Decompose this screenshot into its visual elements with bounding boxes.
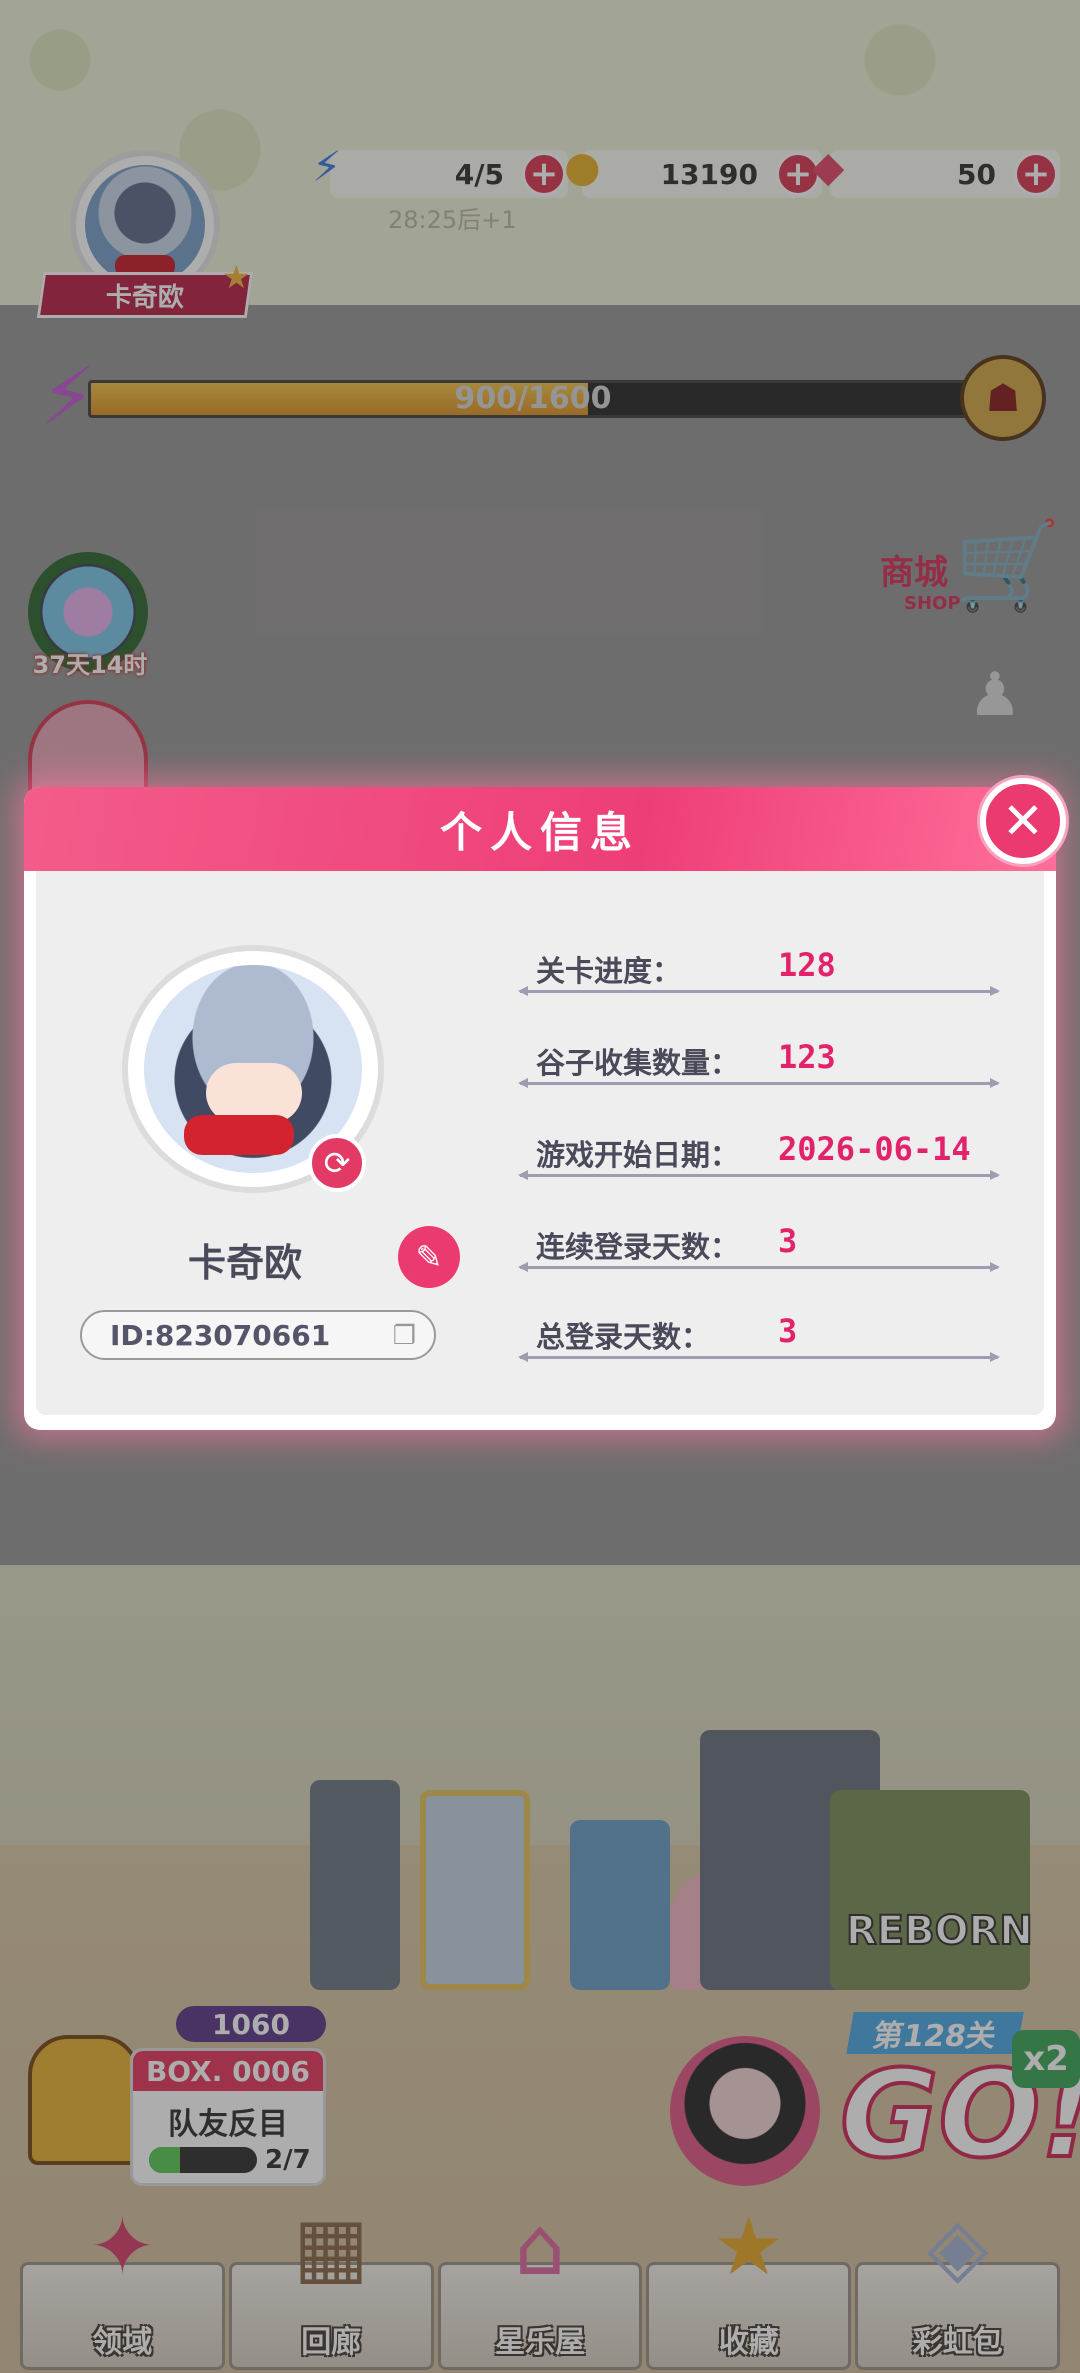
- stat-row-consecutive-login: 连续登录天数： 3: [518, 1216, 1000, 1276]
- modal-title: 个人信息: [439, 807, 640, 857]
- stat-label: 谷子收集数量：: [536, 1046, 740, 1080]
- copy-icon[interactable]: ❐: [393, 1321, 416, 1351]
- stat-row-collection-count: 谷子收集数量： 123: [518, 1032, 1000, 1092]
- stat-divider: [518, 986, 1000, 996]
- stat-divider: [518, 1352, 1000, 1362]
- stat-divider: [518, 1170, 1000, 1180]
- change-avatar-button[interactable]: ⟳: [308, 1134, 366, 1192]
- close-icon: ✕: [1002, 792, 1044, 850]
- close-button[interactable]: ✕: [980, 778, 1066, 864]
- stat-label: 游戏开始日期：: [536, 1138, 740, 1172]
- stat-value: 2026-06-14: [778, 1130, 971, 1168]
- stat-label: 关卡进度：: [536, 954, 682, 988]
- modal-header: 个人信息: [24, 787, 1056, 871]
- player-id: ID:823070661: [110, 1318, 331, 1352]
- stat-row-total-login: 总登录天数： 3: [518, 1306, 1000, 1366]
- pencil-icon: ✎: [415, 1238, 443, 1276]
- stat-divider: [518, 1078, 1000, 1088]
- player-id-box[interactable]: ID:823070661 ❐: [80, 1310, 436, 1360]
- stat-row-level-progress: 关卡进度： 128: [518, 940, 1000, 1000]
- stat-value: 128: [778, 946, 836, 984]
- stat-value: 3: [778, 1222, 798, 1260]
- stat-value: 123: [778, 1038, 836, 1076]
- stat-row-start-date: 游戏开始日期： 2026-06-14: [518, 1124, 1000, 1184]
- refresh-icon: ⟳: [323, 1144, 351, 1182]
- stat-value: 3: [778, 1312, 798, 1350]
- stat-label: 连续登录天数：: [536, 1230, 740, 1264]
- profile-name: 卡奇欧: [187, 1241, 302, 1285]
- edit-name-button[interactable]: ✎: [398, 1226, 460, 1288]
- stat-divider: [518, 1262, 1000, 1272]
- stat-label: 总登录天数：: [536, 1320, 711, 1354]
